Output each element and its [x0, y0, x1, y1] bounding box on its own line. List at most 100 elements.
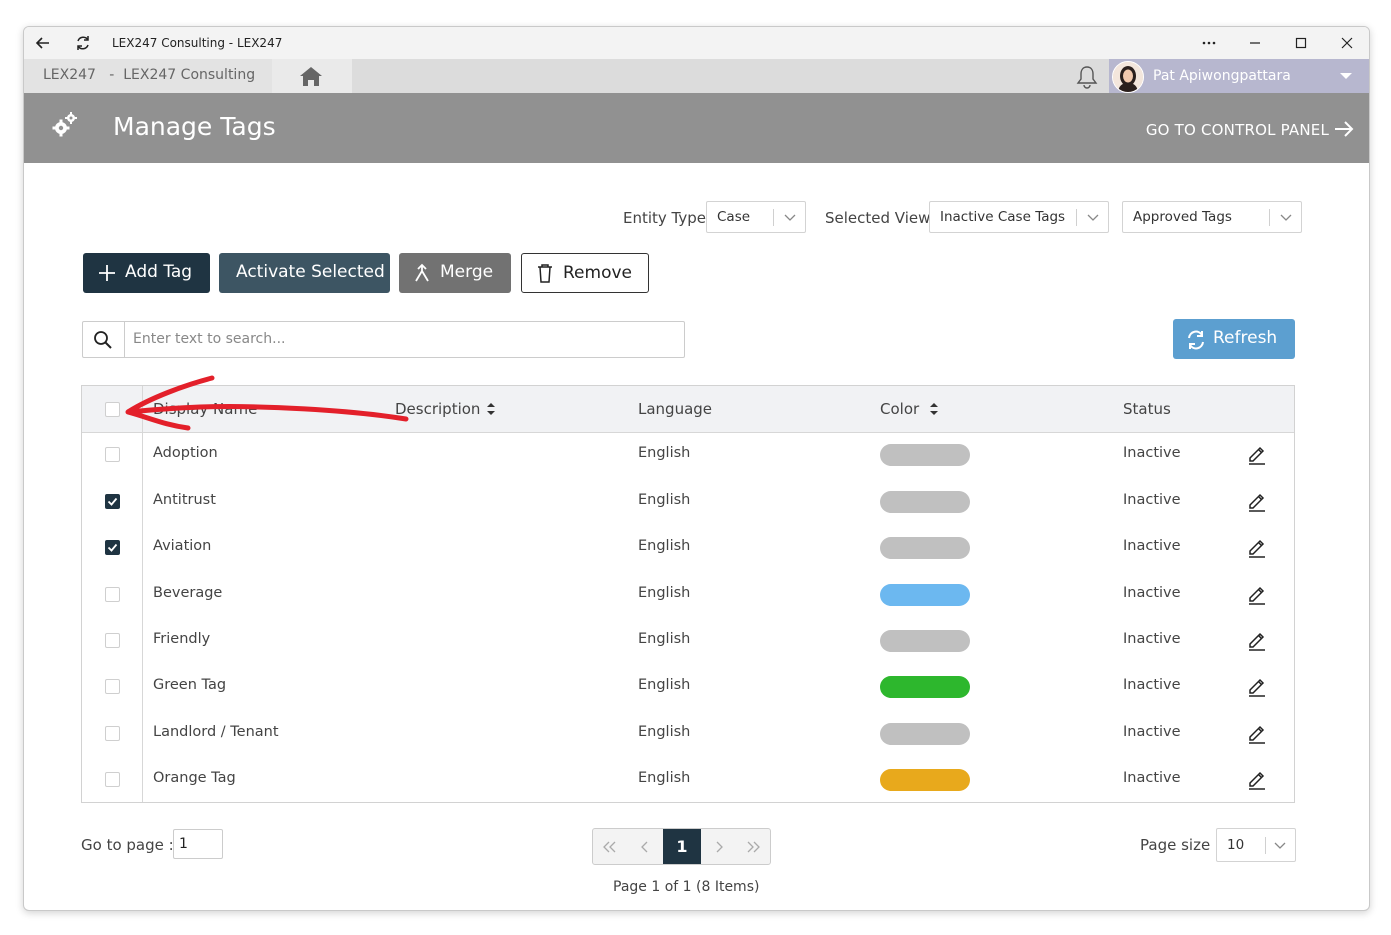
edit-pencil-icon[interactable]	[1246, 583, 1268, 605]
edit-pencil-icon[interactable]	[1246, 629, 1268, 651]
pager: 1	[592, 828, 771, 865]
selected-view-select[interactable]: Inactive Case Tags	[929, 201, 1109, 233]
maximize-icon[interactable]	[1290, 33, 1312, 53]
table-row[interactable]: Landlord / Tenant English Inactive	[82, 711, 1294, 757]
tag-name: Adoption	[153, 445, 218, 461]
approval-select[interactable]: Approved Tags	[1122, 201, 1302, 233]
row-checkbox[interactable]	[105, 587, 120, 602]
edit-pencil-icon[interactable]	[1246, 490, 1268, 512]
search-icon-box[interactable]	[83, 322, 125, 357]
row-checkbox[interactable]	[105, 540, 120, 555]
tag-status: Inactive	[1123, 538, 1181, 554]
activate-selected-button[interactable]: Activate Selected	[219, 253, 390, 293]
table-row[interactable]: Orange Tag English Inactive	[82, 757, 1294, 803]
chevron-down-icon	[1340, 73, 1352, 79]
double-chevron-right-icon	[747, 841, 760, 853]
tag-name: Friendly	[153, 631, 211, 647]
merge-icon	[415, 263, 429, 282]
row-checkbox[interactable]	[105, 633, 120, 648]
chevron-down-icon	[1087, 214, 1099, 221]
page-title: Manage Tags	[113, 112, 276, 141]
edit-pencil-icon[interactable]	[1246, 722, 1268, 744]
chevron-right-icon	[716, 841, 723, 853]
edit-pencil-icon[interactable]	[1246, 675, 1268, 697]
table-row[interactable]: Antitrust English Inactive	[82, 479, 1294, 525]
home-button[interactable]	[272, 59, 352, 93]
row-checkbox[interactable]	[105, 772, 120, 787]
next-page-button[interactable]	[702, 829, 736, 864]
breadcrumb-label: LEX247 - LEX247 Consulting	[43, 67, 256, 83]
edit-pencil-icon[interactable]	[1246, 536, 1268, 558]
go-to-page-label: Go to page :	[81, 836, 174, 854]
tag-language: English	[638, 585, 691, 601]
edit-pencil-icon[interactable]	[1246, 768, 1268, 790]
table-row[interactable]: Beverage English Inactive	[82, 572, 1294, 618]
current-page-button[interactable]: 1	[663, 829, 701, 864]
more-options-icon[interactable]	[1198, 33, 1220, 53]
table-row[interactable]: Green Tag English Inactive	[82, 664, 1294, 710]
close-icon[interactable]	[1336, 33, 1358, 53]
table-row[interactable]: Aviation English Inactive	[82, 525, 1294, 571]
user-name: Pat Apiwongpattara	[1153, 68, 1291, 84]
minimize-icon[interactable]	[1244, 33, 1266, 53]
select-all-checkbox[interactable]	[105, 402, 120, 417]
tag-color-swatch	[880, 723, 970, 745]
row-checkbox[interactable]	[105, 494, 120, 509]
control-panel-link[interactable]: GO TO CONTROL PANEL	[1146, 121, 1354, 139]
chevron-down-icon	[1280, 214, 1292, 221]
user-menu[interactable]: Pat Apiwongpattara	[1109, 59, 1369, 93]
tag-color-swatch	[880, 444, 970, 466]
entity-type-select[interactable]: Case	[706, 201, 806, 233]
tag-status: Inactive	[1123, 492, 1181, 508]
tag-language: English	[638, 492, 691, 508]
prev-page-button[interactable]	[628, 829, 662, 864]
tag-color-swatch	[880, 630, 970, 652]
arrow-right-icon	[1335, 121, 1354, 137]
tag-status: Inactive	[1123, 631, 1181, 647]
tag-status: Inactive	[1123, 770, 1181, 786]
breadcrumb[interactable]: LEX247 - LEX247 Consulting	[24, 59, 272, 93]
tags-table: Display Name Description Language Color …	[81, 385, 1295, 803]
entity-type-label: Entity Type	[623, 209, 707, 227]
search-icon	[94, 331, 112, 349]
page-size-select[interactable]: 10	[1216, 828, 1296, 862]
remove-button[interactable]: Remove	[521, 253, 649, 293]
tag-color-swatch	[880, 537, 970, 559]
refresh-button[interactable]: Refresh	[1173, 319, 1295, 359]
last-page-button[interactable]	[736, 829, 770, 864]
page-info: Page 1 of 1 (8 Items)	[613, 879, 760, 895]
row-checkbox[interactable]	[105, 447, 120, 462]
tag-language: English	[638, 770, 691, 786]
chevron-down-icon	[1274, 842, 1286, 849]
column-color[interactable]: Color	[880, 400, 938, 418]
merge-button[interactable]: Merge	[399, 253, 511, 293]
approval-value: Approved Tags	[1133, 209, 1232, 225]
tag-status: Inactive	[1123, 585, 1181, 601]
app-window: LEX247 Consulting - LEX247 LEX247 - LEX2…	[23, 26, 1370, 911]
go-to-page-input[interactable]	[173, 829, 223, 859]
table-row[interactable]: Adoption English Inactive	[82, 432, 1294, 478]
column-language[interactable]: Language	[638, 400, 712, 418]
row-checkbox[interactable]	[105, 726, 120, 741]
refresh-cycle-icon[interactable]	[73, 33, 93, 53]
chevron-down-icon	[784, 214, 796, 221]
column-description[interactable]: Description	[395, 400, 495, 418]
first-page-button[interactable]	[593, 829, 627, 864]
column-status[interactable]: Status	[1123, 400, 1171, 418]
trash-icon	[538, 264, 552, 283]
back-arrow-icon[interactable]	[33, 33, 53, 53]
title-bar: LEX247 Consulting - LEX247	[24, 27, 1369, 59]
row-checkbox[interactable]	[105, 679, 120, 694]
table-row[interactable]: Friendly English Inactive	[82, 618, 1294, 664]
tag-language: English	[638, 631, 691, 647]
tag-language: English	[638, 538, 691, 554]
column-display-name[interactable]: Display Name	[153, 400, 257, 418]
search-input[interactable]	[133, 331, 673, 347]
add-tag-button[interactable]: Add Tag	[83, 253, 210, 293]
double-chevron-left-icon	[603, 841, 616, 853]
edit-pencil-icon[interactable]	[1246, 443, 1268, 465]
tag-color-swatch	[880, 491, 970, 513]
sort-icon	[487, 403, 495, 415]
notification-bell-icon[interactable]	[1074, 64, 1100, 90]
table-header: Display Name Description Language Color …	[82, 386, 1294, 433]
